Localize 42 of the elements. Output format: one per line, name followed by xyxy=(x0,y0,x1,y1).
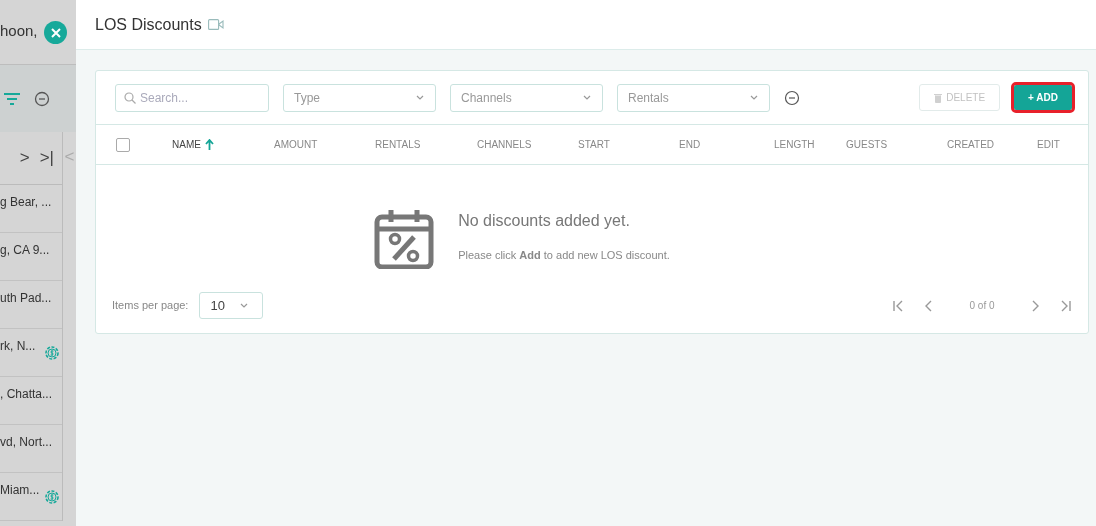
column-header[interactable]: RENTALS xyxy=(375,137,477,152)
video-camera-icon[interactable] xyxy=(207,19,224,30)
column-header[interactable]: LENGTH xyxy=(774,137,846,152)
page-range: 0 of 0 xyxy=(968,299,996,313)
add-button[interactable]: + ADD xyxy=(1014,85,1072,110)
trash-icon xyxy=(934,93,943,104)
column-header[interactable]: GUESTS xyxy=(846,137,947,152)
sort-arrow-icon xyxy=(204,139,214,150)
column-header[interactable]: NAME xyxy=(172,137,274,152)
address-text: uth Pad... xyxy=(0,291,52,305)
column-header[interactable]: END xyxy=(679,137,774,152)
address-text: rk, N... xyxy=(0,339,36,353)
close-button[interactable] xyxy=(44,21,67,44)
select-field[interactable]: Channels xyxy=(450,83,603,112)
column-header[interactable]: CHANNELS xyxy=(477,137,578,152)
close-icon xyxy=(50,27,61,38)
address-text: g Bear, ... xyxy=(0,195,52,209)
clear-filters-icon[interactable] xyxy=(784,89,800,106)
address-text: g, CA 9... xyxy=(0,243,50,257)
pager-button[interactable]: > xyxy=(19,145,30,171)
address-text: , Chatta... xyxy=(0,387,53,401)
address-text: Miam... xyxy=(0,483,40,497)
items-per-page-select[interactable]: 10 xyxy=(199,292,264,319)
column-header[interactable]: CREATED xyxy=(947,137,1037,152)
empty-title: No discounts added yet. xyxy=(458,211,631,231)
select-field[interactable]: Rentals xyxy=(617,83,770,112)
minus-circle-icon xyxy=(34,90,50,107)
column-header[interactable]: EDIT xyxy=(1037,137,1088,152)
dialog-title: LOS Discounts xyxy=(95,14,202,35)
header-text: hoon, xyxy=(0,21,38,41)
search-field[interactable]: Search... xyxy=(115,83,269,112)
column-header[interactable]: START xyxy=(578,137,679,152)
calendar-percent-icon xyxy=(374,209,435,269)
address-text: vd, Nort... xyxy=(0,435,52,449)
select-field[interactable]: Type xyxy=(283,83,436,112)
search-icon xyxy=(124,91,136,104)
column-header[interactable]: AMOUNT xyxy=(274,137,375,152)
select-all-checkbox[interactable] xyxy=(116,137,130,152)
items-per-page-label: Items per page: xyxy=(112,298,189,314)
empty-message: Please click Add to add new LOS discount. xyxy=(458,248,670,263)
filter-icon xyxy=(4,92,20,105)
pager-button[interactable]: >| xyxy=(39,145,54,171)
